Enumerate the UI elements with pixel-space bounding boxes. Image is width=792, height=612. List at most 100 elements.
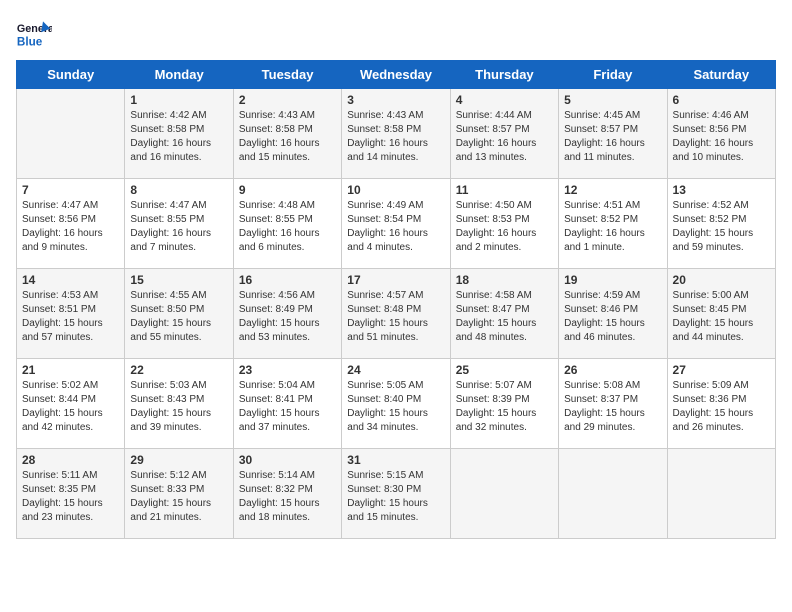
day-number: 30	[239, 453, 336, 467]
cell-text: and 21 minutes.	[130, 511, 227, 525]
calendar-table: SundayMondayTuesdayWednesdayThursdayFrid…	[16, 60, 776, 539]
cell-text: Sunset: 8:33 PM	[130, 483, 227, 497]
cell-text: Sunset: 8:54 PM	[347, 213, 444, 227]
cell-text: and 4 minutes.	[347, 241, 444, 255]
cell-text: Sunrise: 5:00 AM	[673, 289, 770, 303]
cell-text: Sunrise: 5:07 AM	[456, 379, 553, 393]
calendar-cell: 4Sunrise: 4:44 AMSunset: 8:57 PMDaylight…	[450, 89, 558, 179]
cell-text: Daylight: 16 hours	[347, 227, 444, 241]
cell-text: Sunrise: 5:12 AM	[130, 469, 227, 483]
logo: GeneralBlue	[16, 16, 52, 52]
calendar-cell: 10 Sunrise: 4:49 AMSunset: 8:54 PMDayligh…	[342, 179, 450, 269]
calendar-cell: 19Sunrise: 4:59 AMSunset: 8:46 PMDayligh…	[559, 269, 667, 359]
cell-text: and 51 minutes.	[347, 331, 444, 345]
day-number: 14	[22, 273, 119, 287]
day-number: 15	[130, 273, 227, 287]
day-number: 2	[239, 93, 336, 107]
cell-text: and 18 minutes.	[239, 511, 336, 525]
calendar-week-3: 14Sunrise: 4:53 AMSunset: 8:51 PMDayligh…	[17, 269, 776, 359]
calendar-week-5: 28Sunrise: 5:11 AMSunset: 8:35 PMDayligh…	[17, 449, 776, 539]
day-number: 9	[239, 183, 336, 197]
cell-text: and 37 minutes.	[239, 421, 336, 435]
svg-text:Blue: Blue	[17, 36, 43, 49]
cell-text: Sunrise: 4:51 AM	[564, 199, 661, 213]
cell-text: and 29 minutes.	[564, 421, 661, 435]
cell-text: Sunset: 8:43 PM	[130, 393, 227, 407]
day-number: 25	[456, 363, 553, 377]
cell-text: Daylight: 16 hours	[130, 227, 227, 241]
cell-text: Sunset: 8:50 PM	[130, 303, 227, 317]
day-number: 3	[347, 93, 444, 107]
cell-text: Sunset: 8:45 PM	[673, 303, 770, 317]
cell-text: Sunset: 8:56 PM	[22, 213, 119, 227]
cell-text: and 11 minutes.	[564, 151, 661, 165]
cell-text: Daylight: 16 hours	[456, 137, 553, 151]
calendar-cell: 12Sunrise: 4:51 AMSunset: 8:52 PMDayligh…	[559, 179, 667, 269]
cell-text: Sunrise: 4:48 AM	[239, 199, 336, 213]
cell-text: Sunset: 8:44 PM	[22, 393, 119, 407]
cell-text: and 59 minutes.	[673, 241, 770, 255]
cell-text: and 10 minutes.	[673, 151, 770, 165]
cell-text: Daylight: 16 hours	[564, 227, 661, 241]
day-number: 10	[347, 183, 444, 197]
calendar-cell: 20Sunrise: 5:00 AMSunset: 8:45 PMDayligh…	[667, 269, 775, 359]
cell-text: Sunset: 8:57 PM	[564, 123, 661, 137]
cell-text: Sunrise: 4:43 AM	[347, 109, 444, 123]
cell-text: Daylight: 15 hours	[239, 497, 336, 511]
cell-text: Sunrise: 4:55 AM	[130, 289, 227, 303]
cell-text: Sunrise: 4:44 AM	[456, 109, 553, 123]
cell-text: Sunset: 8:37 PM	[564, 393, 661, 407]
cell-text: Sunrise: 5:08 AM	[564, 379, 661, 393]
cell-text: Sunset: 8:52 PM	[564, 213, 661, 227]
calendar-cell: 25Sunrise: 5:07 AMSunset: 8:39 PMDayligh…	[450, 359, 558, 449]
cell-text: Sunrise: 5:15 AM	[347, 469, 444, 483]
cell-text: Sunrise: 5:14 AM	[239, 469, 336, 483]
calendar-cell: 16Sunrise: 4:56 AMSunset: 8:49 PMDayligh…	[233, 269, 341, 359]
cell-text: Sunrise: 5:03 AM	[130, 379, 227, 393]
cell-text: Daylight: 15 hours	[22, 497, 119, 511]
cell-text: Daylight: 15 hours	[130, 317, 227, 331]
cell-text: and 6 minutes.	[239, 241, 336, 255]
calendar-cell: 30Sunrise: 5:14 AMSunset: 8:32 PMDayligh…	[233, 449, 341, 539]
page-header: GeneralBlue	[16, 16, 776, 52]
cell-text: Sunrise: 4:49 AM	[347, 199, 444, 213]
cell-text: Daylight: 15 hours	[456, 317, 553, 331]
cell-text: Daylight: 16 hours	[564, 137, 661, 151]
calendar-cell: 17Sunrise: 4:57 AMSunset: 8:48 PMDayligh…	[342, 269, 450, 359]
cell-text: Sunrise: 4:59 AM	[564, 289, 661, 303]
cell-text: Daylight: 16 hours	[673, 137, 770, 151]
calendar-cell: 5Sunrise: 4:45 AMSunset: 8:57 PMDaylight…	[559, 89, 667, 179]
calendar-cell: 1Sunrise: 4:42 AMSunset: 8:58 PMDaylight…	[125, 89, 233, 179]
cell-text: Sunrise: 4:57 AM	[347, 289, 444, 303]
cell-text: Sunrise: 5:02 AM	[22, 379, 119, 393]
header-row: SundayMondayTuesdayWednesdayThursdayFrid…	[17, 61, 776, 89]
day-header-tuesday: Tuesday	[233, 61, 341, 89]
calendar-cell: 26Sunrise: 5:08 AMSunset: 8:37 PMDayligh…	[559, 359, 667, 449]
cell-text: Sunset: 8:36 PM	[673, 393, 770, 407]
day-number: 26	[564, 363, 661, 377]
cell-text: and 53 minutes.	[239, 331, 336, 345]
calendar-cell: 24Sunrise: 5:05 AMSunset: 8:40 PMDayligh…	[342, 359, 450, 449]
cell-text: and 7 minutes.	[130, 241, 227, 255]
day-header-wednesday: Wednesday	[342, 61, 450, 89]
day-number: 20	[673, 273, 770, 287]
day-number: 23	[239, 363, 336, 377]
cell-text: Sunset: 8:58 PM	[239, 123, 336, 137]
cell-text: and 15 minutes.	[239, 151, 336, 165]
day-number: 28	[22, 453, 119, 467]
day-number: 18	[456, 273, 553, 287]
cell-text: Sunrise: 4:53 AM	[22, 289, 119, 303]
day-number: 4	[456, 93, 553, 107]
day-header-sunday: Sunday	[17, 61, 125, 89]
cell-text: Daylight: 16 hours	[130, 137, 227, 151]
cell-text: Sunrise: 4:47 AM	[22, 199, 119, 213]
cell-text: and 23 minutes.	[22, 511, 119, 525]
cell-text: Sunset: 8:53 PM	[456, 213, 553, 227]
calendar-cell: 28Sunrise: 5:11 AMSunset: 8:35 PMDayligh…	[17, 449, 125, 539]
cell-text: Sunset: 8:58 PM	[130, 123, 227, 137]
logo-icon: GeneralBlue	[16, 16, 52, 52]
cell-text: and 57 minutes.	[22, 331, 119, 345]
cell-text: Daylight: 15 hours	[564, 317, 661, 331]
day-number: 5	[564, 93, 661, 107]
day-number: 17	[347, 273, 444, 287]
